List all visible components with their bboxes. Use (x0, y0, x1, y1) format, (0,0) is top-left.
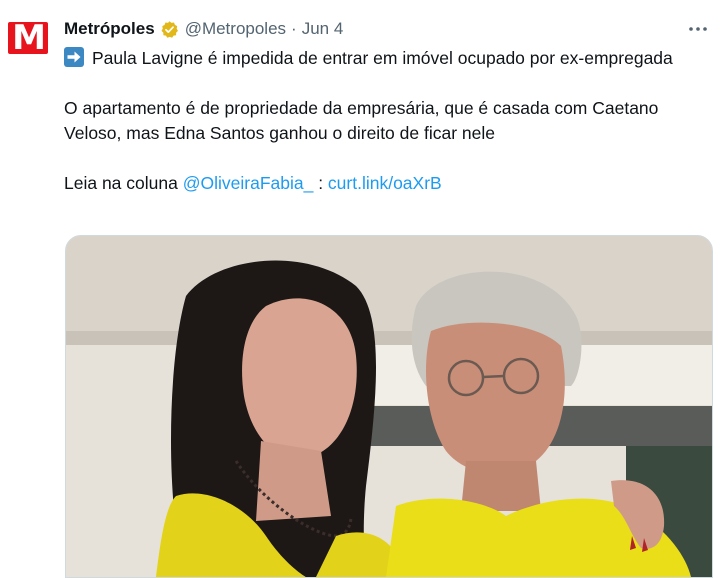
read-more-line: Leia na coluna @OliveiraFabia_ : curt.li… (64, 171, 684, 196)
mention-link[interactable]: @OliveiraFabia_ (183, 173, 314, 193)
verified-gold-badge-icon[interactable] (160, 20, 179, 39)
author-handle[interactable]: @Metropoles (185, 19, 286, 39)
headline-text: Paula Lavigne é impedida de entrar em im… (92, 48, 673, 68)
photo-image (66, 236, 712, 577)
body-text: O apartamento é de propriedade da empres… (64, 98, 659, 143)
colon-text: : (313, 173, 328, 193)
read-prefix: Leia na coluna (64, 173, 178, 193)
author-name[interactable]: Metrópoles (64, 19, 155, 39)
tweet-text: Paula Lavigne é impedida de entrar em im… (64, 46, 684, 196)
short-link[interactable]: curt.link/oaXrB (328, 173, 442, 193)
tweet-photo[interactable] (65, 235, 713, 578)
tweet[interactable]: M Metrópoles @Metropoles · Jun 4 Paula L… (0, 0, 720, 578)
tweet-header: Metrópoles @Metropoles · Jun 4 (64, 18, 343, 40)
avatar[interactable]: M (5, 16, 51, 62)
right-arrow-emoji-icon (64, 47, 84, 67)
tweet-date[interactable]: Jun 4 (302, 19, 344, 39)
more-options-icon[interactable] (686, 18, 710, 40)
headline-line: Paula Lavigne é impedida de entrar em im… (64, 46, 684, 71)
avatar-letter: M (12, 18, 46, 58)
header-separator: · (291, 19, 297, 38)
